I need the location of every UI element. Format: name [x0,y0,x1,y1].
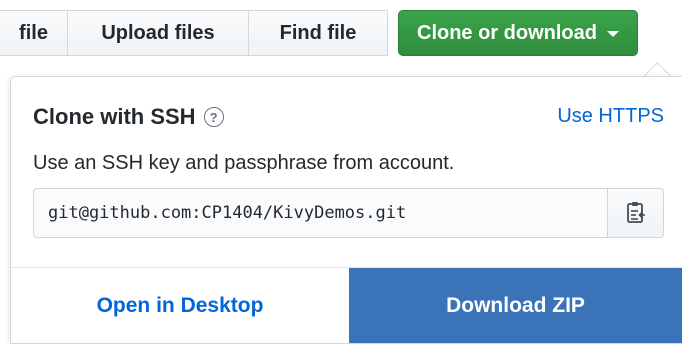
file-button[interactable]: file [0,10,68,56]
clone-url-input[interactable] [33,188,608,238]
open-in-desktop-label: Open in Desktop [96,293,264,317]
panel-actions: Open in Desktop Download ZIP [11,268,682,343]
upload-files-label: Upload files [101,21,215,44]
open-in-desktop-button[interactable]: Open in Desktop [11,268,349,343]
panel-title: Clone with SSH ? [33,104,224,130]
upload-files-button[interactable]: Upload files [67,10,249,56]
download-zip-label: Download ZIP [446,293,585,317]
help-icon[interactable]: ? [203,107,224,127]
file-button-label: file [19,21,48,44]
clipboard-icon [626,202,645,223]
use-https-link[interactable]: Use HTTPS [557,105,664,128]
copy-to-clipboard-button[interactable] [608,188,664,238]
clone-url-group [33,188,664,238]
clone-dropdown-panel: Clone with SSH ? Use HTTPS Use an SSH ke… [10,76,682,344]
panel-title-text: Clone with SSH [33,104,196,129]
chevron-down-icon [607,31,619,37]
panel-description: Use an SSH key and passphrase from accou… [33,152,455,174]
file-toolbar: file Upload files Find file Clone or dow… [0,10,638,58]
download-zip-button[interactable]: Download ZIP [349,268,682,343]
clone-or-download-label: Clone or download [417,21,597,44]
find-file-label: Find file [279,21,357,44]
clone-or-download-button[interactable]: Clone or download [398,10,638,56]
find-file-button[interactable]: Find file [248,10,388,56]
